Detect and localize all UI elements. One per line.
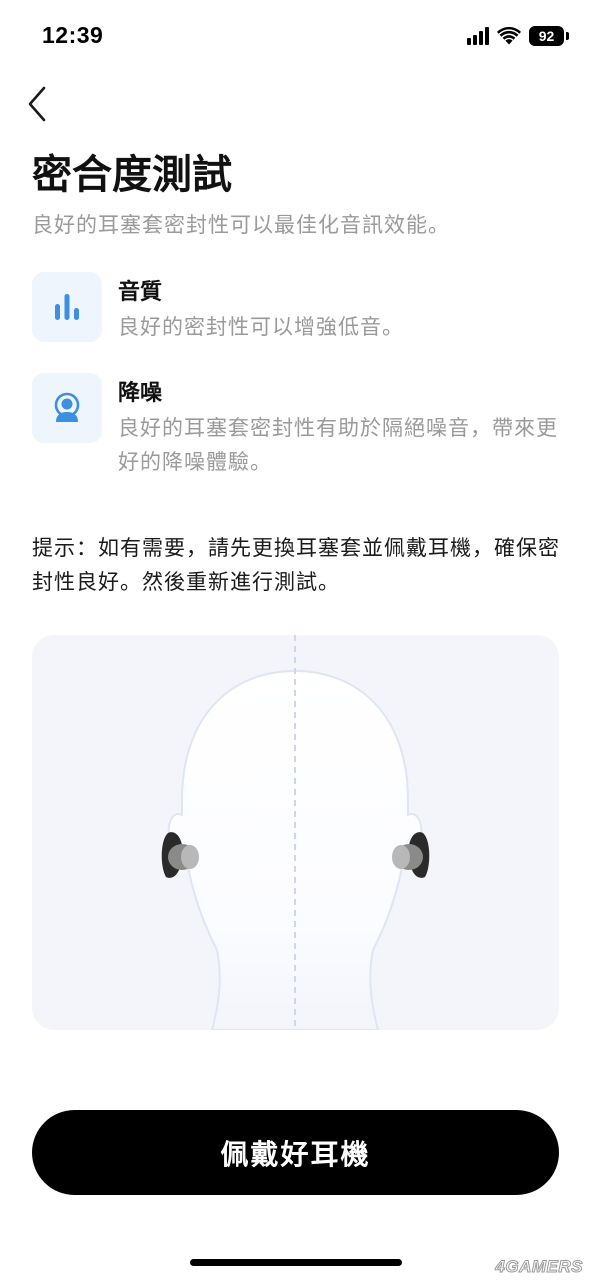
feature-item-sound-quality: 音質 良好的密封性可以增強低音。 bbox=[32, 272, 572, 352]
tip-text: 提示：如有需要，請先更換耳塞套並佩戴耳機，確保密封性良好。然後重新進行測試。 bbox=[32, 536, 560, 594]
feature-title: 降噪 bbox=[118, 381, 163, 406]
back-button[interactable] bbox=[22, 82, 62, 126]
watermark-logo: 4GAMERS bbox=[495, 1257, 583, 1277]
feature-icon-box bbox=[32, 272, 102, 342]
status-bar: 12:39 92 bbox=[0, 0, 591, 72]
page-subtitle: 良好的耳塞套密封性可以最佳化音訊效能。 bbox=[32, 213, 450, 237]
noise-cancelling-person-icon bbox=[54, 392, 80, 422]
wifi-icon bbox=[497, 27, 521, 45]
feature-description: 良好的耳塞套密封性有助於隔絕噪音，帶來更好的降噪體驗。 bbox=[118, 416, 558, 474]
wear-earbuds-button[interactable]: 佩戴好耳機 bbox=[32, 1110, 559, 1195]
status-time: 12:39 bbox=[42, 22, 104, 48]
feature-icon-box bbox=[32, 373, 102, 443]
feature-description: 良好的密封性可以增強低音。 bbox=[118, 315, 404, 339]
battery-icon: 92 bbox=[529, 26, 569, 46]
feature-title: 音質 bbox=[118, 280, 163, 305]
head-with-earbuds-illustration bbox=[161, 635, 430, 1030]
home-indicator[interactable] bbox=[190, 1259, 402, 1266]
signal-icon bbox=[467, 27, 489, 45]
page-title: 密合度測試 bbox=[32, 152, 232, 198]
sound-quality-bars-icon bbox=[55, 294, 79, 320]
fit-illustration bbox=[32, 635, 559, 1030]
feature-item-noise-cancelling: 降噪 良好的耳塞套密封性有助於隔絕噪音，帶來更好的降噪體驗。 bbox=[32, 373, 572, 483]
status-icons: 92 bbox=[467, 24, 569, 48]
battery-level: 92 bbox=[529, 26, 564, 46]
chevron-left-icon bbox=[28, 86, 46, 122]
